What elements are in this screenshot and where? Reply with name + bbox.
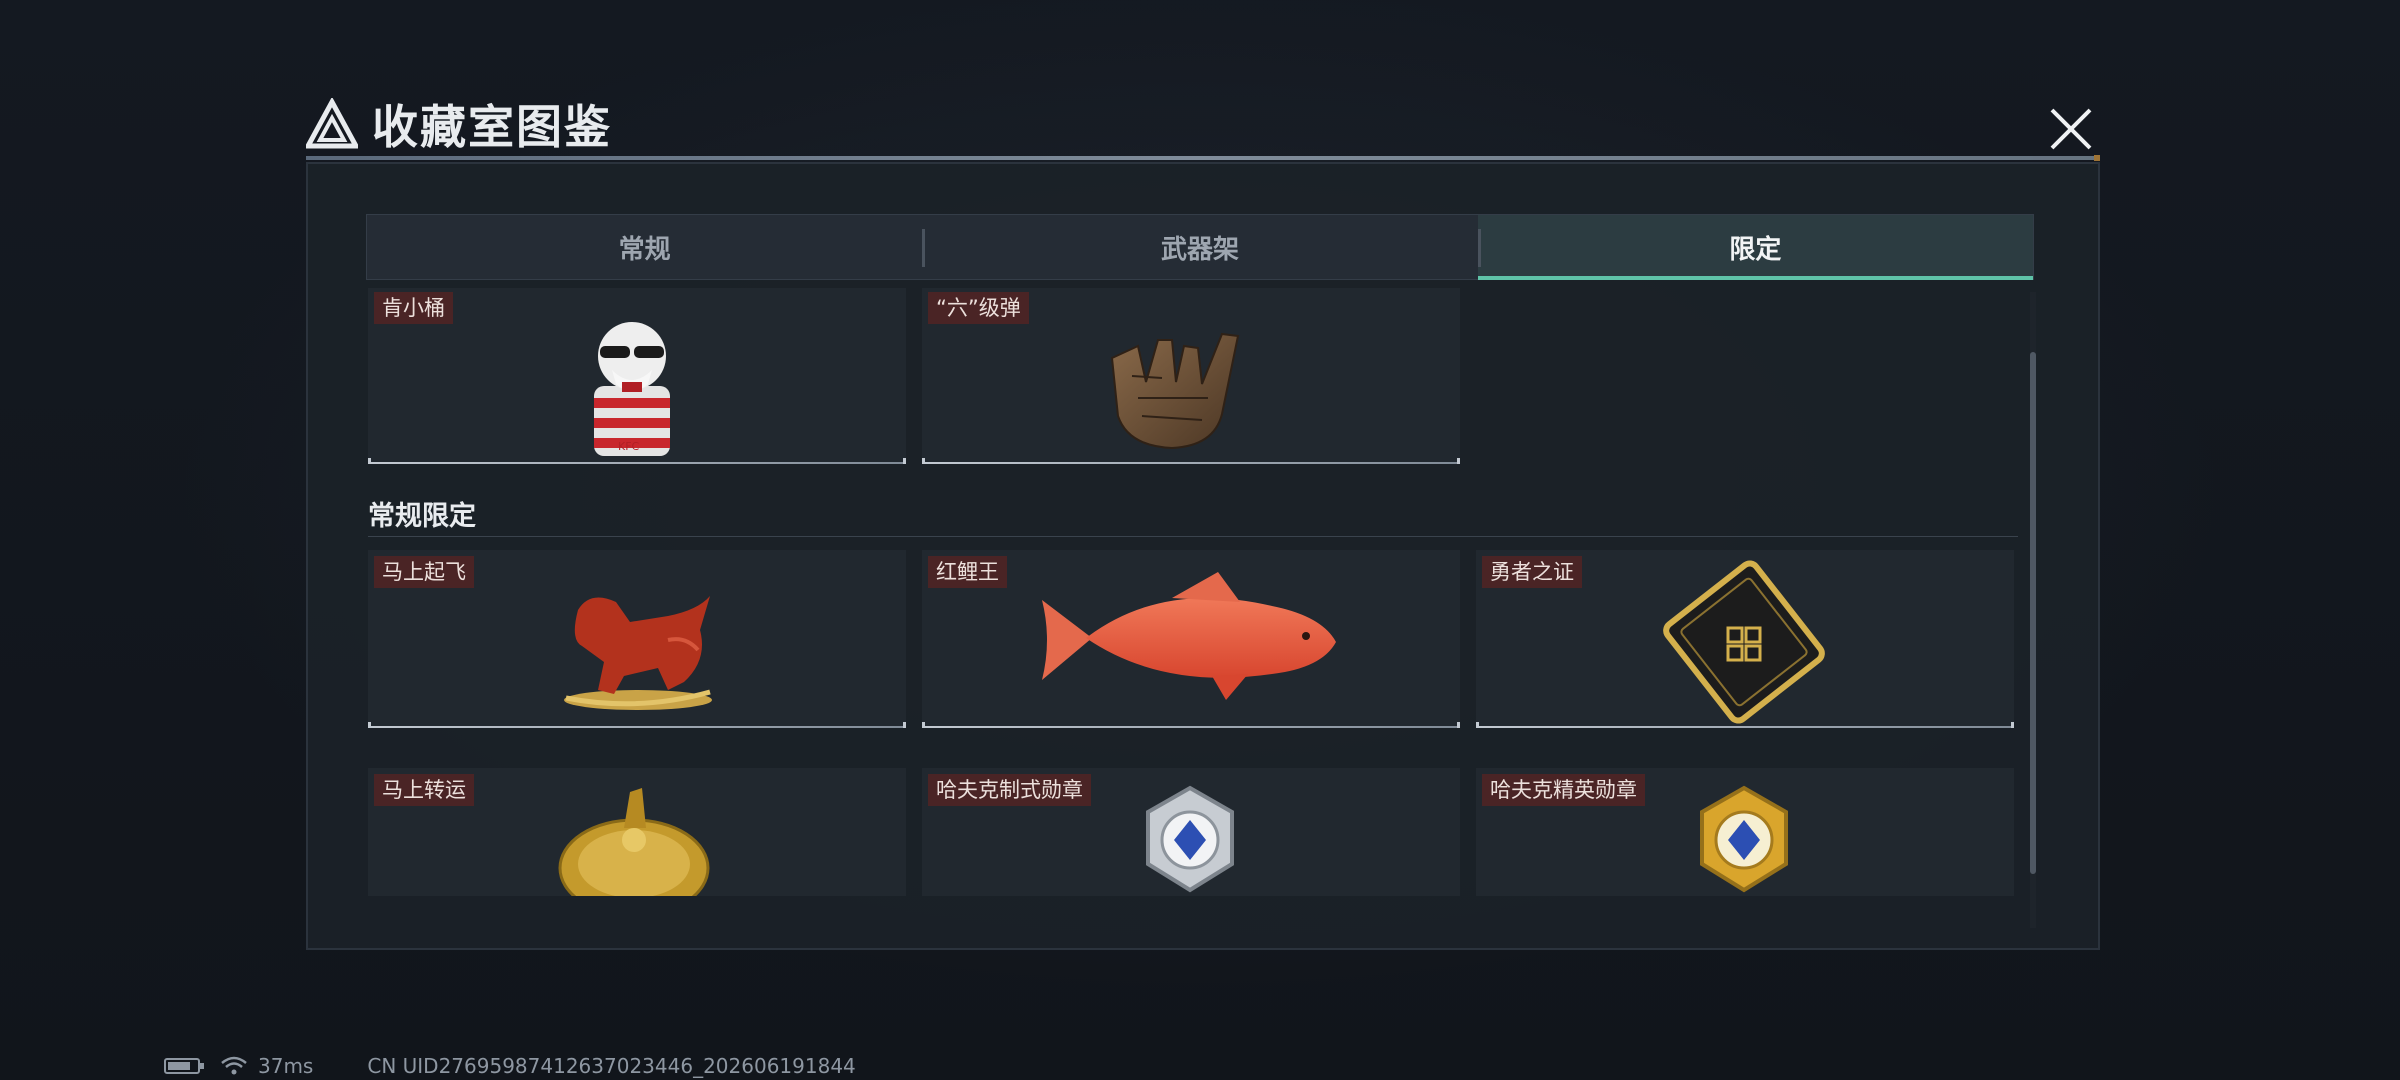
status-bar: 37ms CN UID27695987412637023446_20260619… [164, 1054, 856, 1078]
close-button[interactable] [2046, 104, 2096, 154]
item-label: 哈夫克精英勋章 [1482, 774, 1645, 806]
collection-item-card[interactable]: 勇者之证 [1476, 550, 2014, 728]
dialog-header: 收藏室图鉴 [306, 92, 612, 156]
item-label: 红鲤王 [928, 556, 1007, 588]
item-label: 肯小桶 [374, 292, 453, 324]
item-label: 马上起飞 [374, 556, 474, 588]
collection-item-card[interactable]: 马上转运 [368, 768, 906, 896]
tab-weapon-rack[interactable]: 武器架 [922, 215, 1477, 279]
uid-text: CN UID27695987412637023446_202606191844 [367, 1054, 856, 1078]
item-label: 哈夫克制式勋章 [928, 774, 1091, 806]
collection-dialog: 常规 武器架 限定 KFC 肯小桶 “六”级弹 常规限定 马上起飞 红鲤王 勇者… [306, 162, 2100, 950]
wifi-icon [221, 1056, 247, 1075]
dialog-title: 收藏室图鉴 [372, 100, 612, 154]
scrollbar-thumb[interactable] [2030, 352, 2036, 874]
collection-item-card[interactable]: KFC 肯小桶 [368, 288, 906, 464]
battery-icon [164, 1058, 204, 1074]
collection-item-card[interactable]: 哈夫克制式勋章 [922, 768, 1460, 896]
item-label: “六”级弹 [928, 292, 1029, 324]
card-underline [922, 458, 1460, 464]
card-underline [368, 722, 906, 728]
scrollbar[interactable] [2030, 292, 2036, 928]
svg-text:KFC: KFC [618, 440, 640, 453]
collection-item-card[interactable]: “六”级弹 [922, 288, 1460, 464]
collection-item-card[interactable]: 红鲤王 [922, 550, 1460, 728]
ping-text: 37ms [258, 1054, 314, 1078]
tab-bar: 常规 武器架 限定 [366, 214, 2034, 280]
header-divider [306, 155, 2100, 161]
item-label: 马上转运 [374, 774, 474, 806]
delta-logo-icon [306, 98, 358, 149]
collection-scroll-area[interactable]: KFC 肯小桶 “六”级弹 常规限定 马上起飞 红鲤王 勇者之证 马上转运 哈夫… [368, 288, 2018, 928]
tab-regular[interactable]: 常规 [367, 215, 922, 279]
card-underline [922, 722, 1460, 728]
collection-item-card[interactable]: 哈夫克精英勋章 [1476, 768, 2014, 896]
section-title: 常规限定 [368, 501, 476, 532]
item-label: 勇者之证 [1482, 556, 1582, 588]
tab-limited[interactable]: 限定 [1477, 215, 2034, 280]
card-underline [1476, 722, 2014, 728]
close-icon [2050, 108, 2092, 150]
section-header: 常规限定 [368, 488, 2018, 537]
card-underline [368, 458, 906, 464]
collection-item-card[interactable]: 马上起飞 [368, 550, 906, 728]
